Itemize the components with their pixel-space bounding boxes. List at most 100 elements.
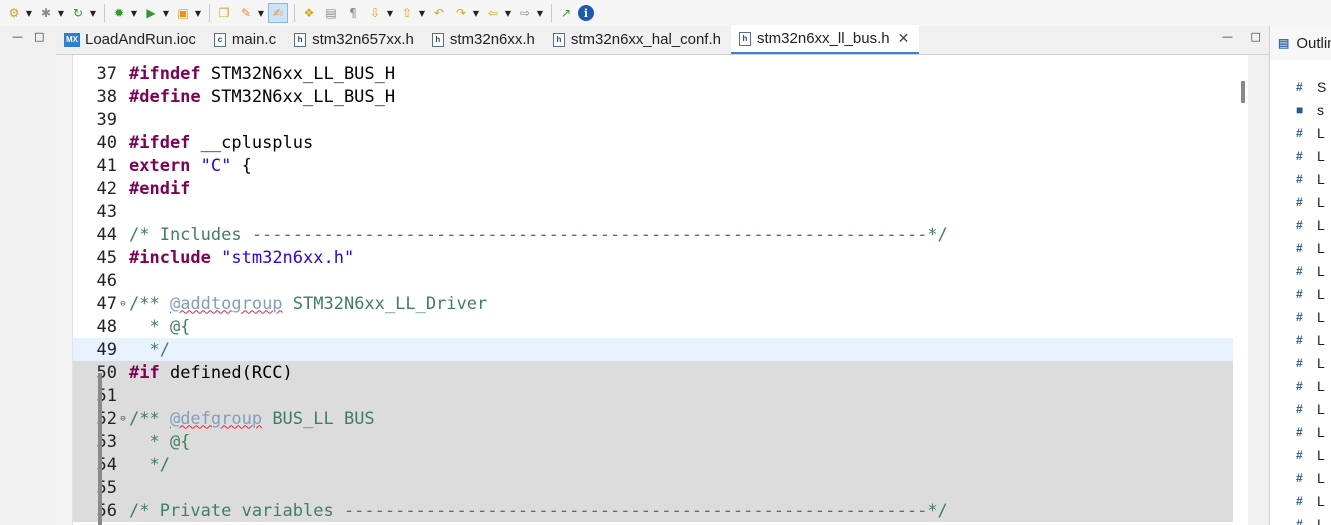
outline-item[interactable]: # S: [1296, 75, 1326, 98]
code-line[interactable]: 56 /* Private variables -----------------…: [73, 499, 1233, 522]
outline-item[interactable]: # L: [1296, 305, 1325, 328]
refresh-button[interactable]: ↻ ▼: [68, 3, 98, 23]
outline-item[interactable]: # L: [1296, 259, 1325, 282]
code-line[interactable]: 51: [73, 384, 1233, 407]
outline-item[interactable]: # L: [1296, 374, 1325, 397]
string-token: "stm32n6xx.h": [221, 247, 355, 268]
tab-stm32n657xx-h[interactable]: h stm32n657xx.h: [286, 25, 424, 54]
code-line[interactable]: 54 */: [73, 453, 1233, 476]
last-edit-button[interactable]: ↶: [429, 3, 449, 23]
code-text: #ifdef __cplusplus: [129, 133, 313, 153]
dropdown-arrow-icon[interactable]: ▼: [535, 3, 545, 23]
code-editor[interactable]: 37 #ifndef STM32N6xx_LL_BUS_H 38 #define ST…: [56, 55, 1248, 525]
outline-item[interactable]: # L: [1296, 489, 1325, 512]
overview-ruler[interactable]: [1233, 55, 1248, 525]
outline-item[interactable]: # L: [1296, 351, 1325, 374]
tab-stm32n6xx-ll-bus-h[interactable]: h stm32n6xx_ll_bus.h ✕: [731, 25, 920, 54]
open-folder-icon: ❐: [218, 6, 230, 20]
code-line[interactable]: 53 * @{: [73, 430, 1233, 453]
outline-item[interactable]: # L: [1296, 121, 1325, 144]
outline-item[interactable]: # L: [1296, 512, 1325, 525]
scrollbar-thumb[interactable]: [1241, 81, 1245, 103]
build-button[interactable]: ⚙ ▼: [4, 3, 34, 23]
code-line[interactable]: 45 #include "stm32n6xx.h": [73, 246, 1233, 269]
outline-item[interactable]: # L: [1296, 397, 1325, 420]
info-button[interactable]: i: [578, 5, 594, 21]
minimize-icon[interactable]: —: [12, 30, 23, 43]
dropdown-arrow-icon[interactable]: ▼: [385, 3, 395, 23]
outline-item[interactable]: # L: [1296, 144, 1325, 167]
code-line[interactable]: 43: [73, 200, 1233, 223]
code-line[interactable]: 44 /* Includes --------------------------…: [73, 223, 1233, 246]
block-selection-button[interactable]: ▤: [321, 3, 341, 23]
external-tools-button[interactable]: ▣ ▼: [173, 3, 203, 23]
current-line[interactable]: 49 */: [73, 338, 1233, 361]
maximize-icon[interactable]: □: [1251, 30, 1261, 43]
debug-button[interactable]: ✹ ▼: [109, 3, 139, 23]
wand-button[interactable]: ✎ ▼: [236, 3, 266, 23]
dropdown-arrow-icon[interactable]: ▼: [161, 3, 171, 23]
pilcrow-button[interactable]: ¶: [343, 3, 363, 23]
outline-item[interactable]: # L: [1296, 236, 1325, 259]
code-line[interactable]: 40 #ifdef __cplusplus: [73, 131, 1233, 154]
code-line[interactable]: 55: [73, 476, 1233, 499]
dropdown-arrow-icon[interactable]: ▼: [417, 3, 427, 23]
run-button[interactable]: ▶ ▼: [141, 3, 171, 23]
line-number: 48: [96, 316, 117, 337]
pin-editor-button[interactable]: ↗: [556, 3, 576, 23]
code-line[interactable]: 52 ⊖/** @defgroup BUS_LL BUS: [73, 407, 1233, 430]
outline-item[interactable]: # L: [1296, 190, 1325, 213]
dropdown-arrow-icon[interactable]: ▼: [88, 3, 98, 23]
tab-main-c[interactable]: c main.c: [206, 25, 286, 54]
code-line[interactable]: 37 #ifndef STM32N6xx_LL_BUS_H: [73, 62, 1233, 85]
open-folder-button[interactable]: ❐: [214, 3, 234, 23]
outline-header[interactable]: ▤ Outlin: [1270, 26, 1331, 60]
back-button[interactable]: ⇦ ▼: [483, 3, 513, 23]
outline-item[interactable]: # L: [1296, 328, 1325, 351]
new-button[interactable]: ✱ ▼: [36, 3, 66, 23]
code-line[interactable]: 50 #if defined(RCC): [73, 361, 1233, 384]
outline-item[interactable]: # L: [1296, 466, 1325, 489]
outline-item[interactable]: # L: [1296, 213, 1325, 236]
code-line[interactable]: 41 extern "C" {: [73, 154, 1233, 177]
line-number: 55: [96, 477, 117, 498]
forward-button[interactable]: ⇨ ▼: [515, 3, 545, 23]
string-token: "C": [200, 155, 232, 176]
dropdown-arrow-icon[interactable]: ▼: [56, 3, 66, 23]
code-line[interactable]: 42 #endif: [73, 177, 1233, 200]
code-line[interactable]: 46: [73, 269, 1233, 292]
outline-item[interactable]: ■ s: [1296, 98, 1324, 121]
line-number: 42: [96, 178, 117, 199]
code-text: extern "C" {: [129, 156, 252, 176]
highlight-button[interactable]: ✍: [268, 3, 288, 23]
dropdown-arrow-icon[interactable]: ▼: [193, 3, 203, 23]
tab-stm32n6xx-hal-conf-h[interactable]: h stm32n6xx_hal_conf.h: [545, 25, 731, 54]
minimize-icon[interactable]: —: [1222, 30, 1233, 43]
dropdown-arrow-icon[interactable]: ▼: [503, 3, 513, 23]
outline-item[interactable]: # L: [1296, 282, 1325, 305]
prev-annotation-button[interactable]: ⇧ ▼: [397, 3, 427, 23]
fold-collapse-icon[interactable]: ⊖: [117, 299, 129, 309]
toggle-mark-button[interactable]: ❖: [299, 3, 319, 23]
outline-item[interactable]: # L: [1296, 443, 1325, 466]
outline-item[interactable]: # L: [1296, 420, 1325, 443]
code-line[interactable]: 48 * @{: [73, 315, 1233, 338]
fold-collapse-icon[interactable]: ⊖: [117, 414, 129, 424]
dropdown-arrow-icon[interactable]: ▼: [256, 3, 266, 23]
toolbar-separator: [551, 4, 552, 22]
h-file-icon: h: [739, 31, 751, 46]
code-line[interactable]: 39: [73, 108, 1233, 131]
outline-item[interactable]: # L: [1296, 167, 1325, 190]
code-line[interactable]: 47 ⊖/** @addtogroup STM32N6xx_LL_Driver: [73, 292, 1233, 315]
next-annotation-button[interactable]: ⇩ ▼: [365, 3, 395, 23]
code-line[interactable]: 38 #define STM32N6xx_LL_BUS_H: [73, 85, 1233, 108]
outline-icon: ▤: [1278, 36, 1290, 50]
dropdown-arrow-icon[interactable]: ▼: [471, 3, 481, 23]
next-edit-button[interactable]: ↷ ▼: [451, 3, 481, 23]
dropdown-arrow-icon[interactable]: ▼: [24, 3, 34, 23]
close-icon[interactable]: ✕: [898, 30, 910, 47]
maximize-icon[interactable]: □: [34, 30, 44, 43]
tab-stm32n6xx-h[interactable]: h stm32n6xx.h: [424, 25, 545, 54]
dropdown-arrow-icon[interactable]: ▼: [129, 3, 139, 23]
tab-loadandrun-ioc[interactable]: MX LoadAndRun.ioc: [56, 25, 206, 54]
